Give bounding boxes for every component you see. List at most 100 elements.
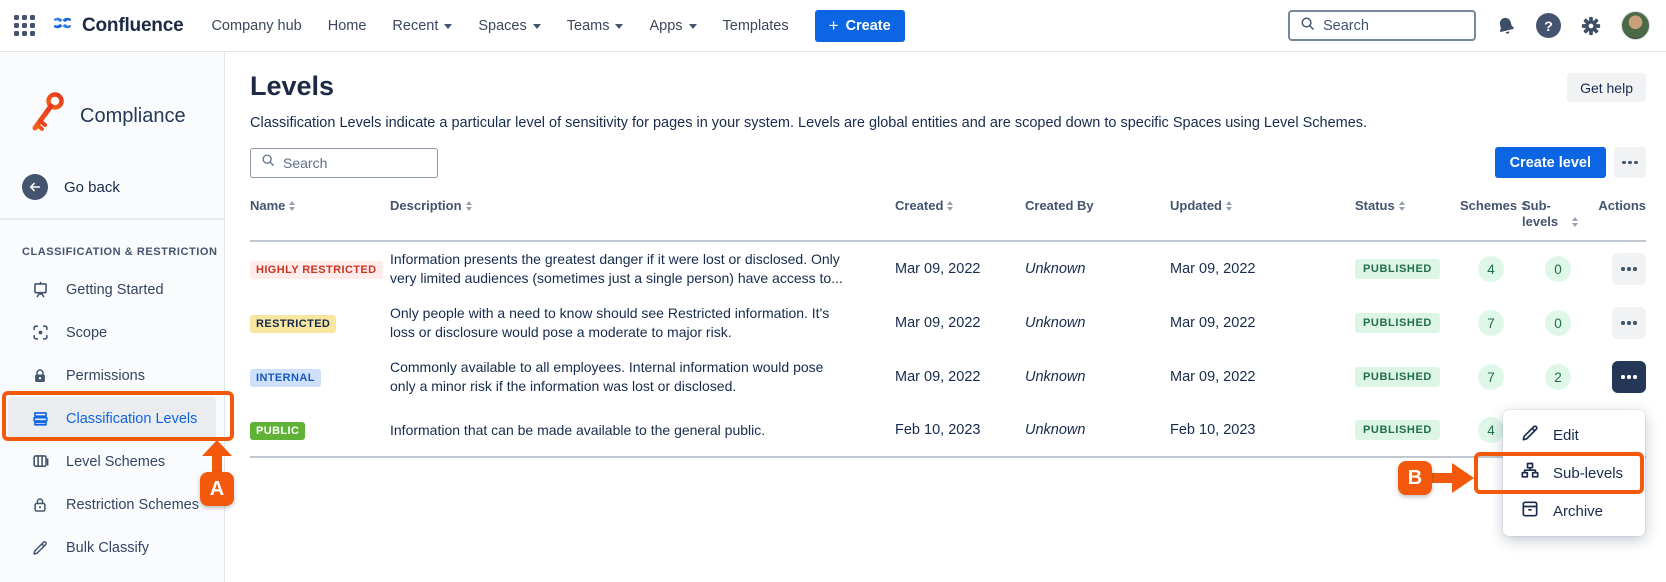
nav-home[interactable]: Home	[328, 18, 367, 34]
user-avatar[interactable]	[1621, 11, 1650, 40]
annotation-b-arrow-stem	[1430, 473, 1454, 483]
row-actions-button-active[interactable]	[1612, 361, 1646, 393]
status-badge: PUBLISHED	[1355, 259, 1440, 279]
sidebar-item-label: Level Schemes	[66, 454, 165, 470]
global-search[interactable]	[1288, 10, 1476, 41]
topbar-right: ?	[1288, 10, 1650, 41]
compliance-logo: Compliance	[28, 86, 224, 146]
ellipsis-icon	[1621, 267, 1637, 271]
get-help-button[interactable]: Get help	[1567, 73, 1646, 102]
create-button[interactable]: + Create	[815, 10, 905, 42]
row-actions-button[interactable]	[1612, 253, 1646, 285]
level-description: Information that can be made available t…	[390, 421, 895, 440]
column-header-created-by[interactable]: Created By	[1025, 198, 1170, 214]
go-back-button[interactable]: Go back	[22, 172, 224, 202]
annotation-a-arrow	[202, 440, 232, 456]
created-by: Unknown	[1025, 422, 1170, 438]
sub-levels-count: 0	[1545, 310, 1571, 336]
column-header-created[interactable]: Created	[895, 198, 1025, 214]
help-icon[interactable]: ?	[1536, 13, 1561, 38]
table-search[interactable]	[250, 148, 438, 178]
column-header-updated[interactable]: Updated	[1170, 198, 1355, 214]
nav-spaces[interactable]: Spaces	[478, 18, 540, 34]
sidebar-item-label: Permissions	[66, 368, 145, 384]
chevron-down-icon	[689, 24, 697, 29]
column-header-sub-levels[interactable]: Sub-levels	[1522, 198, 1578, 230]
sort-icon	[289, 201, 295, 211]
table-search-input[interactable]	[283, 155, 427, 171]
ellipsis-icon	[1621, 375, 1637, 379]
table-row: RESTRICTED Only people with a need to kn…	[250, 296, 1646, 350]
menu-item-edit[interactable]: Edit	[1503, 416, 1645, 454]
sidebar-item-getting-started[interactable]: Getting Started	[8, 268, 216, 311]
schemes-count: 4	[1478, 256, 1504, 282]
page-description: Classification Levels indicate a particu…	[250, 115, 1646, 131]
status-badge: PUBLISHED	[1355, 420, 1440, 440]
sidebar-item-label: Getting Started	[66, 282, 164, 298]
menu-item-label: Archive	[1553, 503, 1603, 520]
sort-icon	[1572, 217, 1578, 227]
back-arrow-icon	[22, 174, 48, 200]
sidebar-item-level-schemes[interactable]: Level Schemes	[8, 440, 216, 483]
app-switcher-icon[interactable]	[14, 15, 35, 36]
table-row: PUBLIC Information that can be made avai…	[250, 404, 1646, 458]
sidebar-item-restriction-schemes[interactable]: Restriction Schemes	[8, 483, 216, 526]
sidebar-item-bulk-classify[interactable]: Bulk Classify	[8, 526, 216, 569]
status-badge: PUBLISHED	[1355, 313, 1440, 333]
page-title: Levels	[250, 70, 334, 102]
nav-templates[interactable]: Templates	[723, 18, 789, 34]
main-content: Levels Get help Classification Levels in…	[225, 52, 1666, 582]
menu-item-archive[interactable]: Archive	[1503, 492, 1645, 530]
updated-date: Feb 10, 2023	[1170, 422, 1355, 438]
column-header-status[interactable]: Status	[1355, 198, 1460, 214]
confluence-mark-icon	[51, 12, 74, 39]
sidebar-section-title: CLASSIFICATION & RESTRICTION	[22, 246, 224, 258]
status-badge: PUBLISHED	[1355, 367, 1440, 387]
column-header-actions: Actions	[1594, 198, 1646, 214]
sidebar-item-label: Bulk Classify	[66, 540, 149, 556]
nav-teams[interactable]: Teams	[567, 18, 624, 34]
created-date: Feb 10, 2023	[895, 422, 1025, 438]
row-actions-button[interactable]	[1612, 307, 1646, 339]
updated-date: Mar 09, 2022	[1170, 315, 1355, 331]
annotation-b-label: B	[1398, 461, 1432, 495]
chevron-down-icon	[533, 24, 541, 29]
table-header-row: Name Description Created Created By Upda…	[250, 198, 1646, 242]
sort-icon	[1399, 201, 1405, 211]
create-level-button[interactable]: Create level	[1495, 147, 1606, 178]
column-header-name[interactable]: Name	[250, 198, 390, 214]
global-search-input[interactable]	[1323, 18, 1464, 34]
schemes-count: 7	[1478, 364, 1504, 390]
settings-gear-icon[interactable]	[1580, 15, 1602, 37]
schemes-count: 7	[1478, 310, 1504, 336]
more-options-button[interactable]	[1614, 147, 1646, 178]
sidebar-divider	[0, 218, 224, 220]
sidebar-item-label: Scope	[66, 325, 107, 341]
column-header-description[interactable]: Description	[390, 198, 895, 214]
sidebar-item-scope[interactable]: Scope	[8, 311, 216, 354]
level-description: Commonly available to all employees. Int…	[390, 358, 895, 396]
topbar: Confluence Company hub Home Recent Space…	[0, 0, 1666, 52]
nav-company-hub[interactable]: Company hub	[211, 18, 301, 34]
level-name-badge: HIGHLY RESTRICTED	[250, 261, 383, 279]
nav-recent[interactable]: Recent	[392, 18, 452, 34]
chevron-down-icon	[615, 24, 623, 29]
confluence-logo[interactable]: Confluence	[51, 12, 183, 39]
created-date: Mar 09, 2022	[895, 261, 1025, 277]
created-by: Unknown	[1025, 315, 1170, 331]
column-header-schemes[interactable]: Schemes	[1460, 198, 1522, 214]
table-row: HIGHLY RESTRICTED Information presents t…	[250, 242, 1646, 296]
nav-apps[interactable]: Apps	[649, 18, 696, 34]
restriction-lock-icon	[30, 496, 50, 514]
notifications-bell-icon[interactable]	[1495, 15, 1517, 37]
sidebar-item-label: Restriction Schemes	[66, 497, 199, 513]
created-by: Unknown	[1025, 369, 1170, 385]
columns-board-icon	[30, 452, 50, 471]
created-by: Unknown	[1025, 261, 1170, 277]
plus-icon: +	[829, 17, 839, 34]
table-toolbar: Create level	[250, 147, 1646, 178]
updated-date: Mar 09, 2022	[1170, 369, 1355, 385]
sidebar: Compliance Go back CLASSIFICATION & REST…	[0, 52, 225, 582]
ellipsis-icon	[1622, 161, 1638, 165]
level-name-badge: INTERNAL	[250, 369, 321, 387]
